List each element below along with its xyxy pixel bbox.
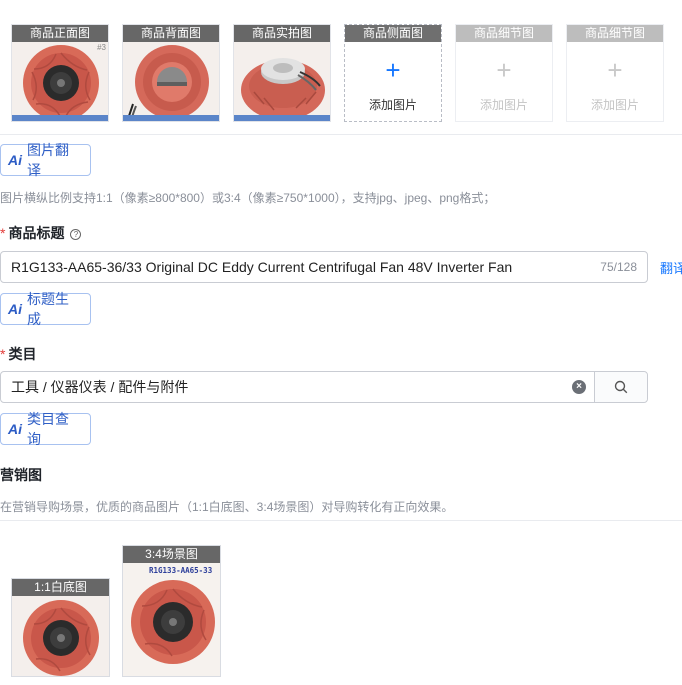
add-image-label: 添加图片 xyxy=(479,98,528,112)
button-label: 图片翻译 xyxy=(27,142,69,178)
button-label: 类目查询 xyxy=(27,411,69,447)
image-slot-back[interactable]: 商品背面图 xyxy=(122,24,220,122)
clear-icon: × xyxy=(572,380,586,394)
image-translate-button[interactable]: Ai 图片翻译 xyxy=(0,142,91,178)
divider xyxy=(0,520,682,521)
category-select[interactable]: 工具 / 仪器仪表 / 配件与附件 × xyxy=(0,371,648,403)
image-slot-detail-1[interactable]: 商品细节图 + 添加图片 xyxy=(455,24,553,122)
marketing-slot-scene[interactable]: 3:4场景图 R1G133-AA65-33 xyxy=(122,545,221,677)
image-slot-front[interactable]: 商品正面图 #3 xyxy=(11,24,109,122)
char-count: 75/128 xyxy=(600,260,637,274)
add-image-label: 添加图片 xyxy=(590,98,639,112)
marketing-slot-square[interactable]: 1:1白底图 xyxy=(11,578,110,677)
required-mark: * xyxy=(0,346,6,362)
help-icon[interactable]: ? xyxy=(70,229,82,240)
add-image-label: 添加图片 xyxy=(368,98,417,112)
slot-caption: 商品背面图 xyxy=(123,25,219,42)
title-label: * 商品标题? xyxy=(0,223,82,243)
slot-caption: 商品细节图 xyxy=(456,25,552,42)
clear-button[interactable]: × xyxy=(564,372,594,402)
required-mark: * xyxy=(0,225,6,241)
title-generate-button[interactable]: Ai 标题生成 xyxy=(0,291,91,327)
image-slot-real[interactable]: 商品实拍图 xyxy=(233,24,331,122)
slot-caption: 商品侧面图 xyxy=(345,25,441,42)
fan-front-photo xyxy=(12,42,108,121)
translate-link[interactable]: 翻译 xyxy=(660,258,682,277)
fan-white-bg-photo xyxy=(12,596,109,676)
ai-icon: Ai xyxy=(8,301,22,317)
fan-back-photo xyxy=(123,42,219,121)
brand-strip xyxy=(12,115,108,121)
watermark-text: #3 xyxy=(97,43,106,52)
ai-icon: Ai xyxy=(8,421,22,437)
slot-caption: 商品正面图 xyxy=(12,25,108,42)
image-hint: 图片横纵比例支持1:1（像素≥800*800）或3:4（像素≥750*1000）… xyxy=(0,191,496,205)
plus-icon: + xyxy=(496,55,512,85)
slot-caption: 商品细节图 xyxy=(567,25,663,42)
category-label-text: 类目 xyxy=(8,346,37,362)
marketing-hint: 在营销导购场景，优质的商品图片（1:1白底图、3:4场景图）对导购转化有正向效果… xyxy=(0,500,454,514)
category-search-button[interactable] xyxy=(594,372,647,402)
plus-icon: + xyxy=(607,55,623,85)
divider xyxy=(0,134,682,135)
button-label: 标题生成 xyxy=(27,291,69,327)
slot-caption: 3:4场景图 xyxy=(123,546,220,563)
brand-strip xyxy=(234,115,330,121)
category-label: * 类目 xyxy=(0,344,36,364)
image-slot-side[interactable]: 商品侧面图 + 添加图片 xyxy=(344,24,442,122)
category-query-button[interactable]: Ai 类目查询 xyxy=(0,411,91,447)
title-label-text: 商品标题 xyxy=(8,225,65,241)
title-input[interactable]: R1G133-AA65-36/33 Original DC Eddy Curre… xyxy=(0,251,648,283)
slot-caption: 1:1白底图 xyxy=(12,579,109,596)
slot-caption: 商品实拍图 xyxy=(234,25,330,42)
model-text: R1G133-AA65-33 xyxy=(149,566,213,575)
ai-icon: Ai xyxy=(8,152,22,168)
category-value: 工具 / 仪器仪表 / 配件与附件 xyxy=(11,379,189,395)
fan-real-photo xyxy=(234,42,330,121)
search-icon xyxy=(614,380,628,394)
marketing-label: 营销图 xyxy=(0,467,42,483)
plus-icon: + xyxy=(385,55,401,85)
brand-strip xyxy=(123,115,219,121)
title-value: R1G133-AA65-36/33 Original DC Eddy Curre… xyxy=(11,259,513,275)
image-slot-detail-2[interactable]: 商品细节图 + 添加图片 xyxy=(566,24,664,122)
fan-scene-photo: R1G133-AA65-33 xyxy=(123,563,220,676)
